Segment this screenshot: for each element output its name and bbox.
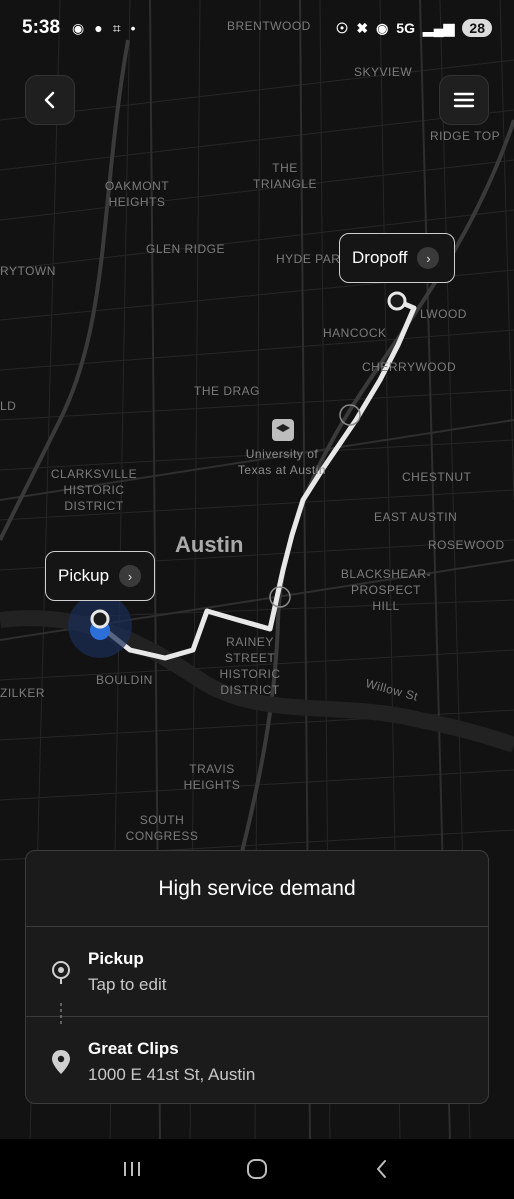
back-arrow-icon xyxy=(376,1160,386,1178)
city-label: Austin xyxy=(175,532,244,557)
destination-address: 1000 E 41st St, Austin xyxy=(88,1065,256,1084)
map-label: RYTOWN xyxy=(0,264,56,278)
home-button[interactable] xyxy=(237,1149,277,1189)
map-label: BLACKSHEAR-PROSPECT HILL xyxy=(340,567,432,613)
chevron-right-icon: › xyxy=(417,247,440,269)
home-icon xyxy=(246,1159,267,1179)
map-label: SOUTH CONGRESS xyxy=(125,813,199,843)
battery-indicator: 28 xyxy=(462,19,492,37)
location-icon: ◉ xyxy=(376,19,389,36)
status-left-icons: ◉ ● ⌗ • xyxy=(72,20,135,37)
dropoff-callout-label: Dropoff xyxy=(352,248,408,267)
map-label: ZILKER xyxy=(0,686,46,700)
pickup-row[interactable]: Pickup Tap to edit xyxy=(26,937,488,1017)
dropoff-callout[interactable]: Dropoff › xyxy=(339,233,455,283)
map-label: ROSEWOOD xyxy=(428,538,505,552)
recent-apps-button[interactable] xyxy=(112,1149,152,1189)
system-back-button[interactable] xyxy=(362,1149,402,1189)
back-button[interactable] xyxy=(25,75,75,125)
map-label: BOULDIN xyxy=(96,673,153,687)
dropoff-pin xyxy=(387,291,407,311)
pickup-label: Pickup xyxy=(88,949,144,968)
pickup-callout[interactable]: Pickup › xyxy=(45,551,155,601)
map-label: CHESTNUT xyxy=(402,470,472,484)
map-label: CLARKSVILLE HISTORIC DISTRICT xyxy=(50,467,138,513)
chevron-left-icon xyxy=(44,91,55,109)
pickup-callout-label: Pickup xyxy=(58,566,110,585)
map-label: THE TRIANGLE xyxy=(252,161,317,191)
ride-sheet: High service demand Pickup Tap to edit G… xyxy=(25,850,489,1104)
system-nav-bar xyxy=(0,1139,514,1199)
screenshot-icon: ⌗ xyxy=(112,19,121,36)
sheet-title: High service demand xyxy=(26,851,488,927)
map-label: RAINEY STREET HISTORIC DISTRICT xyxy=(219,635,281,697)
map-label: LD xyxy=(0,399,17,413)
map-label: HANCOCK xyxy=(323,326,387,340)
network-type: 5G xyxy=(396,20,415,36)
map-label: GLEN RIDGE xyxy=(146,242,226,256)
location-icon: ◉ xyxy=(72,19,85,36)
map-label: CHERRYWOOD xyxy=(362,360,457,374)
status-bar: 5:38 ◉ ● ⌗ • ☉ ✖ ◉ 5G ▂▄▆ 28 xyxy=(0,0,514,56)
chevron-right-icon: › xyxy=(119,565,142,587)
key-icon: ☉ xyxy=(335,19,349,36)
dot-icon: • xyxy=(130,20,136,36)
menu-button[interactable] xyxy=(439,75,489,125)
pickup-hint: Tap to edit xyxy=(88,975,167,994)
map-label: EAST AUSTIN xyxy=(374,510,458,524)
destination-name: Great Clips xyxy=(88,1039,179,1058)
mute-icon: ✖ xyxy=(356,19,369,36)
destination-row[interactable]: Great Clips 1000 E 41st St, Austin xyxy=(26,1027,488,1107)
map-label: LWOOD xyxy=(420,307,467,321)
recent-apps-icon xyxy=(124,1162,141,1176)
route-connector xyxy=(60,1003,62,1027)
chat-icon: ● xyxy=(94,20,103,36)
hamburger-menu-icon xyxy=(453,92,475,108)
pickup-pin-icon xyxy=(52,961,70,984)
pickup-pin xyxy=(90,609,110,629)
location-pin-icon xyxy=(52,1050,70,1074)
map-label: SKYVIEW xyxy=(354,65,413,79)
map-label: University of Texas at Austin xyxy=(237,447,327,477)
map-label: TRAVIS HEIGHTS xyxy=(183,762,241,792)
status-time: 5:38 xyxy=(22,17,61,38)
signal-icon: ▂▄▆ xyxy=(422,19,455,36)
map-label: THE DRAG xyxy=(194,384,261,398)
map-label: RIDGE TOP xyxy=(430,129,501,143)
map-label: OAKMONT HEIGHTS xyxy=(104,179,170,209)
status-right-icons: ☉ ✖ ◉ 5G ▂▄▆ 28 xyxy=(336,19,492,37)
